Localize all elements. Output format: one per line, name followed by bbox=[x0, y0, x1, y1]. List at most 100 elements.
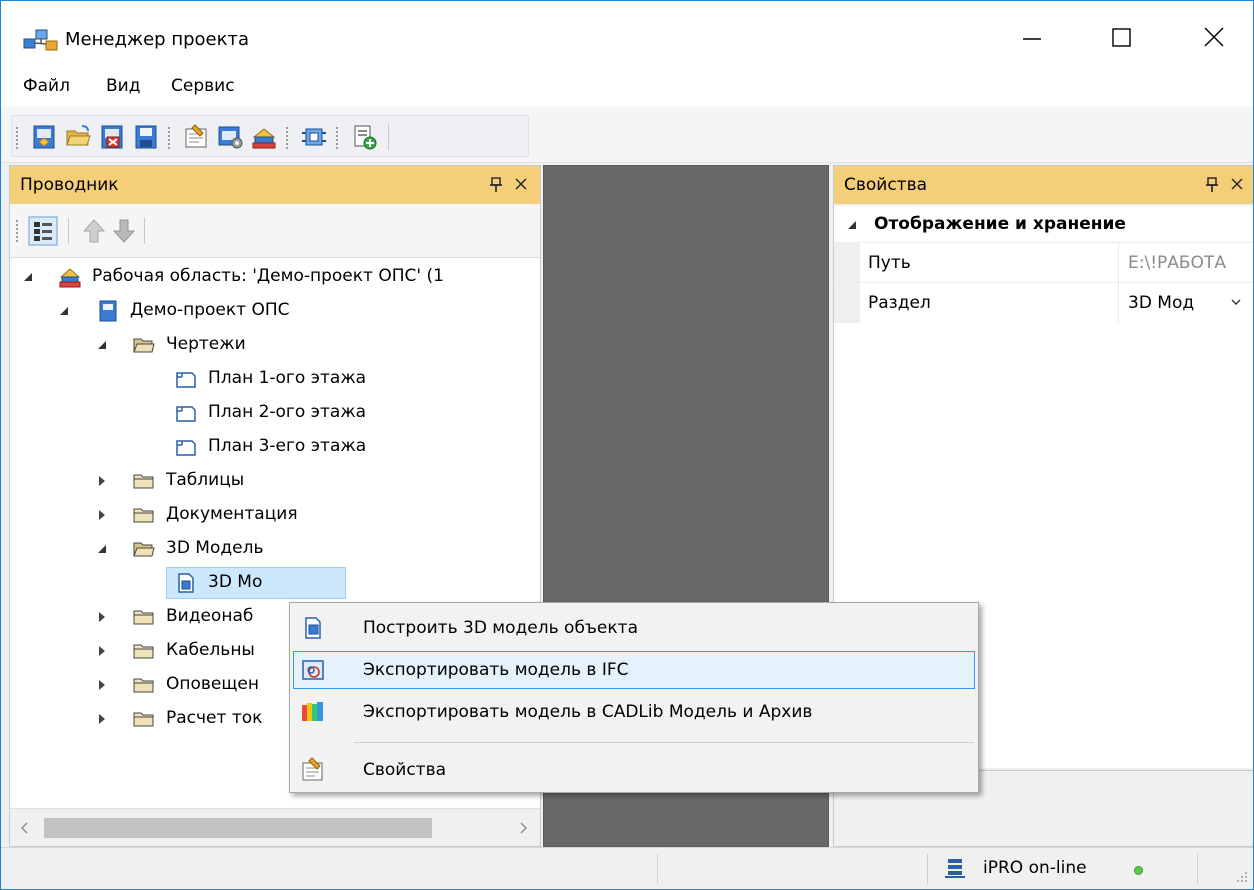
menu-item-build-3d-model[interactable]: Построить 3D модель объекта bbox=[293, 609, 975, 647]
menu-view[interactable]: Вид bbox=[106, 76, 140, 96]
settings-icon[interactable] bbox=[216, 123, 244, 151]
property-category[interactable]: Отображение и хранение bbox=[834, 206, 1253, 242]
property-value[interactable]: E:\!РАБОТА bbox=[1128, 253, 1228, 273]
tree-item-project[interactable]: Демо-проект ОПС bbox=[10, 294, 540, 328]
toolbar-grip[interactable] bbox=[168, 127, 172, 149]
status-divider bbox=[657, 854, 658, 884]
new-project-icon[interactable] bbox=[30, 123, 58, 151]
collapsed-arrow-icon[interactable] bbox=[96, 713, 108, 725]
move-down-icon[interactable] bbox=[110, 217, 138, 245]
workspace-icon bbox=[59, 268, 81, 288]
tree-view-icon[interactable] bbox=[28, 216, 58, 246]
expanded-arrow-icon[interactable] bbox=[96, 543, 108, 555]
row-gutter bbox=[834, 283, 860, 323]
tree-item-model-selected[interactable]: 3D Мо bbox=[10, 566, 540, 600]
tree-item-label: Таблицы bbox=[166, 470, 245, 490]
explorer-header: Проводник bbox=[10, 166, 540, 204]
module-icon[interactable] bbox=[300, 123, 328, 151]
collapsed-arrow-icon[interactable] bbox=[96, 645, 108, 657]
tree-item-drawing[interactable]: План 2-ого этажа bbox=[10, 396, 540, 430]
workspace-icon[interactable] bbox=[250, 123, 278, 151]
toolbar-grip[interactable] bbox=[16, 220, 20, 242]
drawing-icon bbox=[176, 440, 196, 456]
explorer-title: Проводник bbox=[20, 175, 119, 195]
toolbar-separator bbox=[388, 124, 389, 150]
tree-item-folder[interactable]: Чертежи bbox=[10, 328, 540, 362]
folder-icon bbox=[133, 474, 154, 489]
add-document-icon[interactable] bbox=[350, 123, 378, 151]
status-divider bbox=[927, 854, 928, 884]
close-icon[interactable] bbox=[1228, 175, 1246, 193]
expanded-arrow-icon[interactable] bbox=[846, 219, 858, 231]
chevron-down-icon[interactable] bbox=[1230, 297, 1242, 307]
resize-grip-icon[interactable] bbox=[1231, 866, 1249, 884]
menu-item-label: Свойства bbox=[363, 760, 447, 780]
tree-item-workspace[interactable]: Рабочая область: 'Демо-проект ОПС' (1 bbox=[10, 260, 540, 294]
property-row-section[interactable]: Раздел 3D Мод bbox=[834, 282, 1253, 323]
move-up-icon[interactable] bbox=[80, 217, 108, 245]
title-bar: Менеджер проекта bbox=[1, 1, 1253, 65]
menu-item-label: Построить 3D модель объекта bbox=[363, 618, 638, 638]
project-icon bbox=[99, 300, 117, 322]
close-window-button[interactable] bbox=[1183, 15, 1245, 59]
tree-item-folder[interactable]: Документация bbox=[10, 498, 540, 532]
server-icon bbox=[945, 859, 965, 878]
pin-icon[interactable] bbox=[488, 176, 504, 194]
folder-icon bbox=[133, 508, 154, 523]
collapsed-arrow-icon[interactable] bbox=[96, 679, 108, 691]
menu-item-properties[interactable]: Свойства bbox=[293, 751, 975, 789]
build-model-icon bbox=[305, 617, 321, 639]
menu-service[interactable]: Сервис bbox=[171, 76, 235, 96]
tree-item-label: Демо-проект ОПС bbox=[130, 300, 290, 320]
tree-item-label: Расчет ток bbox=[166, 708, 263, 728]
horizontal-scrollbar[interactable] bbox=[10, 808, 540, 846]
scrollbar-thumb[interactable] bbox=[44, 818, 432, 838]
context-menu: Построить 3D модель объекта Экспортирова… bbox=[289, 602, 979, 793]
tree-item-folder[interactable]: 3D Модель bbox=[10, 532, 540, 566]
pin-icon[interactable] bbox=[1204, 176, 1220, 194]
menu-file[interactable]: Файл bbox=[23, 76, 70, 96]
property-row-path[interactable]: Путь E:\!РАБОТА bbox=[834, 242, 1253, 283]
properties-header: Свойства bbox=[834, 166, 1253, 204]
folder-icon bbox=[133, 712, 154, 727]
menu-separator bbox=[354, 742, 974, 743]
save-icon[interactable] bbox=[132, 123, 160, 151]
expanded-arrow-icon[interactable] bbox=[58, 305, 70, 317]
collapsed-arrow-icon[interactable] bbox=[96, 475, 108, 487]
status-bar: iPRO on-line bbox=[1, 847, 1253, 889]
tree-item-drawing[interactable]: План 3-его этажа bbox=[10, 430, 540, 464]
properties-title: Свойства bbox=[844, 175, 928, 195]
collapsed-arrow-icon[interactable] bbox=[96, 611, 108, 623]
open-folder-icon[interactable] bbox=[64, 123, 92, 151]
column-divider bbox=[1118, 243, 1119, 283]
menu-item-export-cadlib[interactable]: Экспортировать модель в CADLib Модель и … bbox=[293, 693, 975, 731]
tree-item-drawing[interactable]: План 1-ого этажа bbox=[10, 362, 540, 396]
properties-icon bbox=[302, 757, 323, 781]
maximize-button[interactable] bbox=[1091, 15, 1153, 59]
toolbar-grip[interactable] bbox=[286, 127, 290, 149]
expanded-arrow-icon[interactable] bbox=[22, 271, 34, 283]
tree-item-label: План 3-его этажа bbox=[208, 436, 367, 456]
column-divider bbox=[1118, 283, 1119, 323]
minimize-button[interactable] bbox=[1001, 15, 1063, 59]
collapsed-arrow-icon[interactable] bbox=[96, 509, 108, 521]
tree-item-label: Видеонаб bbox=[166, 606, 254, 626]
project-manager-window: Менеджер проекта Файл Вид Сервис Проводн… bbox=[0, 0, 1254, 890]
property-name: Путь bbox=[868, 253, 911, 273]
ifc-export-icon bbox=[302, 660, 324, 680]
property-value[interactable]: 3D Мод bbox=[1128, 293, 1220, 313]
menu-item-export-ifc[interactable]: Экспортировать модель в IFC bbox=[293, 651, 975, 689]
toolbar-grip[interactable] bbox=[336, 127, 340, 149]
scroll-right-icon[interactable] bbox=[516, 821, 530, 835]
toolbar-separator bbox=[144, 218, 145, 244]
close-icon[interactable] bbox=[512, 175, 530, 193]
scroll-left-icon[interactable] bbox=[18, 821, 32, 835]
expanded-arrow-icon[interactable] bbox=[96, 339, 108, 351]
properties-icon[interactable] bbox=[182, 123, 210, 151]
close-project-icon[interactable] bbox=[98, 123, 126, 151]
app-network-icon bbox=[23, 29, 58, 51]
tree-item-folder[interactable]: Таблицы bbox=[10, 464, 540, 498]
toolbar-grip[interactable] bbox=[16, 127, 20, 149]
tree-item-label: Кабельны bbox=[166, 640, 255, 660]
folder-icon bbox=[133, 610, 154, 625]
